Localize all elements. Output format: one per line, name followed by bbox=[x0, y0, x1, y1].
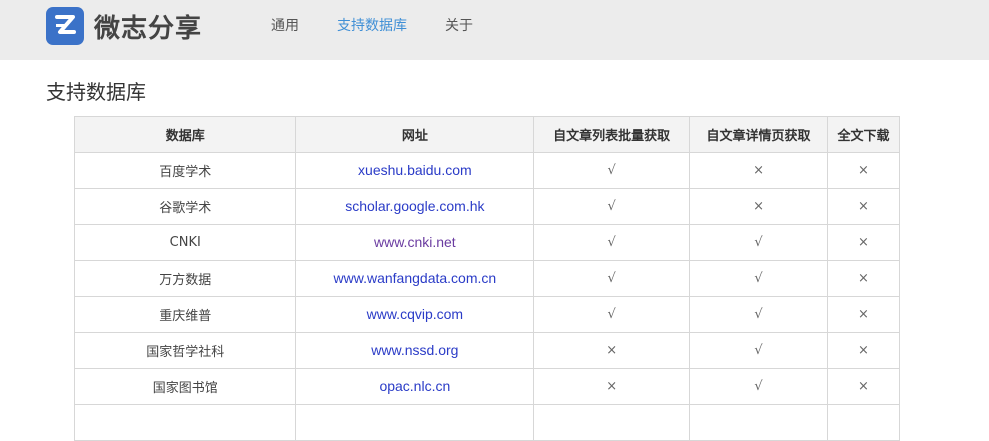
detail-fetch-mark: √ bbox=[689, 260, 829, 297]
download-mark: × bbox=[827, 260, 900, 297]
download-mark: × bbox=[827, 368, 900, 405]
column-header-database: 数据库 bbox=[73, 116, 297, 153]
list-fetch-mark: × bbox=[533, 332, 691, 369]
database-name: CNKI bbox=[73, 224, 297, 261]
download-mark bbox=[827, 404, 900, 441]
main-nav: 通用 支持数据库 关于 bbox=[252, 15, 492, 37]
detail-fetch-mark: √ bbox=[689, 296, 829, 333]
database-link[interactable]: xueshu.baidu.com bbox=[358, 162, 472, 178]
detail-fetch-mark bbox=[689, 404, 829, 441]
top-navbar: 微志分享 通用 支持数据库 关于 bbox=[0, 0, 989, 60]
detail-fetch-mark: √ bbox=[689, 368, 829, 405]
table-row: CNKI www.cnki.net √ √ × bbox=[73, 224, 900, 261]
list-fetch-mark: √ bbox=[533, 224, 691, 261]
url-cell: scholar.google.com.hk bbox=[295, 188, 535, 225]
table-row: 国家图书馆 opac.nlc.cn × √ × bbox=[73, 368, 900, 405]
page-title: 支持数据库 bbox=[46, 80, 146, 104]
database-link[interactable]: www.cnki.net bbox=[374, 234, 456, 250]
table-header-row: 数据库 网址 自文章列表批量获取 自文章详情页获取 全文下载 bbox=[73, 116, 900, 153]
database-name: 谷歌学术 bbox=[73, 188, 297, 225]
url-cell: www.cqvip.com bbox=[295, 296, 535, 333]
detail-fetch-mark: √ bbox=[689, 332, 829, 369]
download-mark: × bbox=[827, 188, 900, 225]
list-fetch-mark: √ bbox=[533, 260, 691, 297]
list-fetch-mark: √ bbox=[533, 152, 691, 189]
list-fetch-mark: √ bbox=[533, 188, 691, 225]
url-cell: www.wanfangdata.com.cn bbox=[295, 260, 535, 297]
nav-item-general[interactable]: 通用 bbox=[252, 15, 318, 37]
list-fetch-mark: √ bbox=[533, 296, 691, 333]
detail-fetch-mark: × bbox=[689, 152, 829, 189]
database-name: 百度学术 bbox=[73, 152, 297, 189]
url-cell bbox=[295, 404, 535, 441]
brand-logo[interactable]: 微志分享 bbox=[46, 6, 202, 46]
list-fetch-mark bbox=[533, 404, 691, 441]
database-name: 国家哲学社科 bbox=[73, 332, 297, 369]
table-row: 重庆维普 www.cqvip.com √ √ × bbox=[73, 296, 900, 333]
column-header-url: 网址 bbox=[295, 116, 535, 153]
nav-item-about[interactable]: 关于 bbox=[426, 15, 492, 37]
table-row bbox=[73, 404, 900, 441]
download-mark: × bbox=[827, 296, 900, 333]
database-name bbox=[73, 404, 297, 441]
brand-name: 微志分享 bbox=[94, 13, 203, 44]
database-link[interactable]: opac.nlc.cn bbox=[379, 378, 450, 394]
download-mark: × bbox=[827, 152, 900, 189]
database-link[interactable]: scholar.google.com.hk bbox=[345, 198, 484, 214]
download-mark: × bbox=[827, 332, 900, 369]
table-row: 国家哲学社科 www.nssd.org × √ × bbox=[73, 332, 900, 369]
database-name: 万方数据 bbox=[73, 260, 297, 297]
table-row: 谷歌学术 scholar.google.com.hk √ × × bbox=[73, 188, 900, 225]
url-cell: www.nssd.org bbox=[295, 332, 535, 369]
table-row: 百度学术 xueshu.baidu.com √ × × bbox=[73, 152, 900, 189]
url-cell: www.cnki.net bbox=[295, 224, 535, 261]
logo-icon bbox=[46, 7, 84, 45]
database-link[interactable]: www.cqvip.com bbox=[367, 306, 463, 322]
column-header-list-fetch: 自文章列表批量获取 bbox=[533, 116, 691, 153]
download-mark: × bbox=[827, 224, 900, 261]
nav-item-supported-databases[interactable]: 支持数据库 bbox=[318, 15, 426, 37]
table-row: 万方数据 www.wanfangdata.com.cn √ √ × bbox=[73, 260, 900, 297]
database-link[interactable]: www.nssd.org bbox=[371, 342, 458, 358]
database-link[interactable]: www.wanfangdata.com.cn bbox=[334, 270, 497, 286]
url-cell: xueshu.baidu.com bbox=[295, 152, 535, 189]
column-header-fulltext-download: 全文下载 bbox=[827, 116, 900, 153]
column-header-detail-fetch: 自文章详情页获取 bbox=[689, 116, 829, 153]
url-cell: opac.nlc.cn bbox=[295, 368, 535, 405]
detail-fetch-mark: × bbox=[689, 188, 829, 225]
database-name: 重庆维普 bbox=[73, 296, 297, 333]
database-name: 国家图书馆 bbox=[73, 368, 297, 405]
list-fetch-mark: × bbox=[533, 368, 691, 405]
detail-fetch-mark: √ bbox=[689, 224, 829, 261]
database-table: 数据库 网址 自文章列表批量获取 自文章详情页获取 全文下载 百度学术 xues… bbox=[73, 116, 900, 441]
